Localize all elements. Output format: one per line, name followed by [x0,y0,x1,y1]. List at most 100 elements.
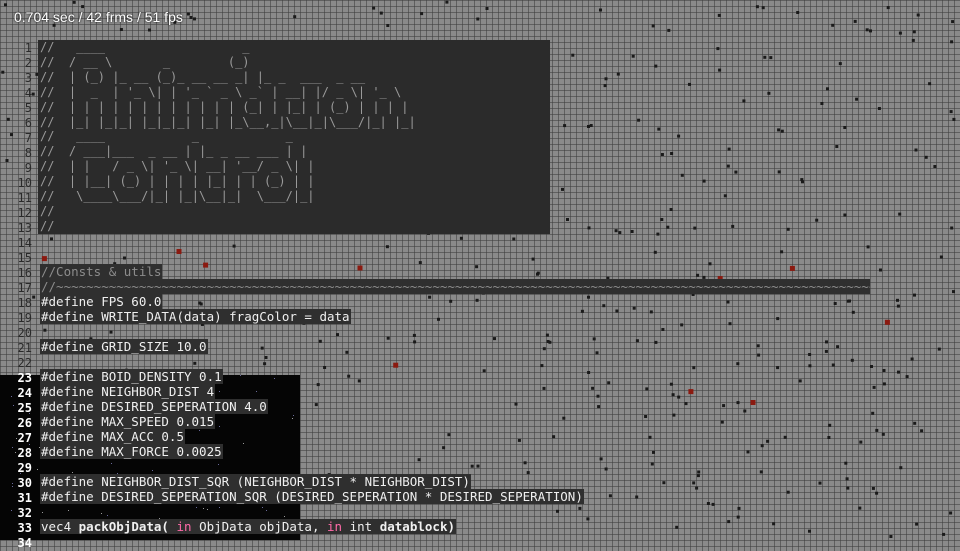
boid-particle [293,15,297,19]
boid-particle [843,213,847,217]
line-number: 16 [17,266,32,280]
boid-particle [910,357,914,361]
boid-particle [808,529,811,533]
boid-particle [379,11,383,15]
boid-particle [656,232,660,236]
boid-particle [833,302,837,305]
line-number: 9 [24,161,32,175]
code-line-boid-density[interactable]: #define BOID_DENSITY 0.1 [40,369,223,384]
boid-particle [780,129,784,133]
boid-particle [688,82,691,86]
boid-particle [695,486,699,490]
boid-particle [675,525,679,529]
line-number: 29 [17,461,32,475]
boid-particle [835,145,839,148]
boid-particle [924,155,928,159]
code-comment-divider[interactable]: //~~~~~~~~~~~~~~~~~~~~~~~~~~~~~~~~~~~~~~… [40,279,870,294]
boid-particle [846,299,850,303]
boid-particle [913,421,917,425]
boid-particle [552,435,556,439]
boid-particle [827,436,831,439]
param-type-token: int [349,519,373,534]
code-line-pack-obj-data[interactable]: vec4 packObjData( in ObjData objData, in… [40,519,456,534]
boid-particle [882,382,886,386]
code-line-grid-size[interactable]: #define GRID_SIZE 10.0 [40,339,208,354]
boid-particle [445,0,449,4]
boid-particle [589,124,593,127]
code-comment-consts[interactable]: //Consts & utils [40,264,163,279]
line-number: 6 [24,116,32,130]
code-line-fps[interactable]: #define FPS 60.0 [40,294,163,309]
boid-particle [644,415,648,418]
boid-particle [442,446,446,450]
boid-particle [776,366,780,370]
boid-particle [672,413,676,417]
code-line-desired-seperation[interactable]: #define DESIRED_SEPERATION 4.0 [40,399,268,414]
code-line-neighbor-dist-sqr[interactable]: #define NEIGHBOR_DIST_SQR (NEIGHBOR_DIST… [40,474,471,489]
boid-particle [871,486,875,490]
boid-particle [677,134,681,138]
boid-particle [616,72,620,76]
line-number: 17 [17,281,32,295]
code-line-neighbor-dist[interactable]: #define NEIGHBOR_DIST 4 [40,384,216,399]
code-line-max-speed[interactable]: #define MAX_SPEED 0.015 [40,414,216,429]
code-line-max-acc[interactable]: #define MAX_ACC 0.5 [40,429,185,444]
boid-particle [599,457,603,461]
boid-particle [649,310,653,314]
boid-particle [899,466,903,470]
boid-particle [716,47,720,51]
boid-particle [677,395,681,399]
line-number: 20 [17,326,32,340]
boid-particle [853,19,857,23]
boid-particle [614,229,618,233]
boid-leader-particle [41,256,47,262]
boid-particle [742,99,746,103]
boid-particle [718,68,722,72]
boid-particle [654,64,658,68]
boid-particle [692,481,696,485]
boid-particle [743,409,747,413]
boid-particle [828,423,832,427]
boid-particle [815,218,819,222]
boid-particle [631,54,635,58]
boid-particle [875,491,879,495]
boid-particle [914,148,918,152]
line-number: 11 [17,191,32,205]
boid-particle [881,432,885,436]
boid-particle [232,244,236,248]
boid-particle [850,358,854,362]
boid-particle [650,462,654,466]
boid-leader-particle [176,249,182,254]
param-token: ObjData objData, [199,519,320,534]
boid-particle [808,353,812,356]
boid-particle [563,124,567,128]
boid-particle [428,295,432,299]
boid-particle [896,298,899,302]
line-number: 21 [17,341,32,355]
code-line-write-data[interactable]: #define WRITE_DATA(data) fragColor = dat… [40,309,351,324]
boid-particle [826,87,829,91]
code-line-max-force[interactable]: #define MAX_FORCE 0.0025 [40,444,223,459]
boid-particle [680,323,684,327]
boid-particle [536,271,540,275]
boid-particle [897,370,900,374]
boid-particle [731,224,735,228]
line-number: 30 [17,476,32,490]
star-dot [68,510,69,511]
boid-particle [591,386,595,390]
code-line-desired-seperation-sqr[interactable]: #define DESIRED_SEPERATION_SQR (DESIRED_… [40,489,584,504]
line-number: 7 [24,131,32,145]
boid-particle [680,173,684,177]
boid-particle [4,3,7,7]
boid-leader-particle [203,262,209,268]
boid-particle [662,481,666,485]
boid-particle [831,23,835,27]
line-number: 32 [17,506,32,520]
boid-particle [186,12,190,16]
star-dot [199,430,200,431]
star-dot [243,443,244,444]
boid-particle [586,517,590,521]
boid-particle [896,304,900,308]
boid-particle [514,402,518,406]
boid-particle [470,464,474,468]
